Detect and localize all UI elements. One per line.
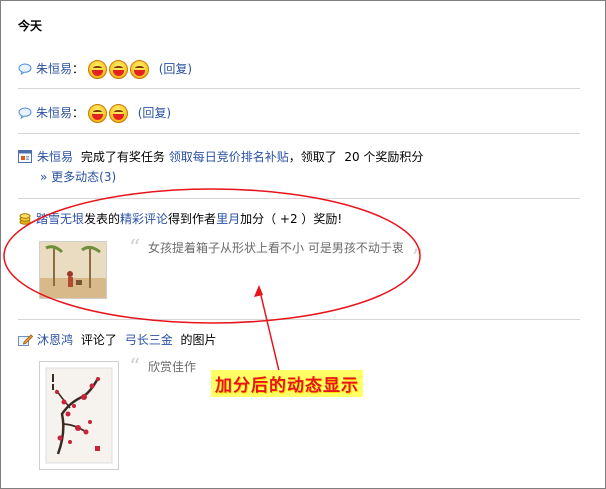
- feed-text: 完成了有奖任务: [80, 150, 165, 164]
- picture-thumbnail[interactable]: [39, 361, 119, 470]
- feed-item-1: 朱恒易： (回复): [18, 60, 192, 79]
- pencil-comment-icon: [18, 334, 34, 346]
- reply-link[interactable]: (回复): [138, 106, 171, 120]
- target-user-link[interactable]: 弓长三金: [125, 333, 173, 347]
- feed-text: 加分（ +2 ）奖励!: [240, 212, 343, 226]
- feed-text: ，领取了 20 个奖励积分: [288, 150, 424, 164]
- feed-user-link[interactable]: 朱恒易: [37, 150, 73, 164]
- feed-user-link[interactable]: 沐恩鸿: [37, 333, 73, 347]
- divider: [18, 319, 580, 320]
- coin-stack-icon: [19, 213, 31, 225]
- task-icon: [18, 150, 32, 163]
- speech-bubble-icon: [18, 107, 32, 119]
- feed-user-link[interactable]: 朱恒易: [36, 62, 72, 76]
- feed-item-5: 沐恩鸿 评论了 弓长三金 的图片: [18, 332, 217, 348]
- close-quote-icon: ”: [412, 246, 424, 271]
- comment-quote: 欣赏佳作: [148, 360, 197, 374]
- smile-emoji-icon: [129, 60, 149, 79]
- reply-link[interactable]: (回复): [159, 62, 192, 76]
- smile-emoji-icon: [108, 60, 128, 79]
- speech-bubble-icon: [18, 63, 32, 75]
- smile-emoji-icon: [108, 104, 128, 123]
- post-thumbnail[interactable]: [39, 241, 107, 299]
- feed-item-3: 朱恒易 完成了有奖任务 领取每日竞价排名补贴，领取了 20 个奖励积分: [18, 149, 423, 165]
- feed-text: 评论了: [80, 333, 117, 347]
- divider: [18, 88, 580, 89]
- smile-emoji-icon: [87, 60, 107, 79]
- section-title-today: 今天: [18, 19, 43, 33]
- plum-blossom-painting: [40, 362, 118, 469]
- post-link[interactable]: 精彩评论: [120, 212, 168, 226]
- task-link[interactable]: 领取每日竞价排名补贴: [169, 150, 289, 164]
- divider: [18, 133, 580, 134]
- colon: ：: [72, 106, 85, 120]
- feed-user-link[interactable]: 朱恒易: [36, 106, 72, 120]
- more-activity-row: » 更多动态(3): [40, 169, 116, 185]
- more-activity-link[interactable]: » 更多动态(3): [40, 170, 116, 184]
- open-quote-icon: “: [129, 355, 141, 380]
- feed-item-4: 踏雪无垠发表的精彩评论得到作者里月加分（ +2 ）奖励!: [18, 211, 342, 227]
- feed-text: 的图片: [180, 333, 217, 347]
- smile-emoji-icon: [87, 104, 107, 123]
- painting-image: [40, 242, 106, 298]
- divider: [18, 198, 580, 199]
- open-quote-icon: “: [129, 236, 141, 261]
- feed-text: 得到作者: [168, 212, 217, 226]
- author-link[interactable]: 里月: [216, 212, 240, 226]
- feed-user-link[interactable]: 踏雪无垠: [36, 212, 84, 226]
- comment-quote: 女孩提着箱子从形状上看不小 可是男孩不动于衷: [148, 241, 404, 255]
- feed-item-2: 朱恒易： (回复): [18, 104, 171, 123]
- feed-text: 发表的: [84, 212, 121, 226]
- callout-label: 加分后的动态显示: [211, 370, 363, 397]
- colon: ：: [72, 62, 85, 76]
